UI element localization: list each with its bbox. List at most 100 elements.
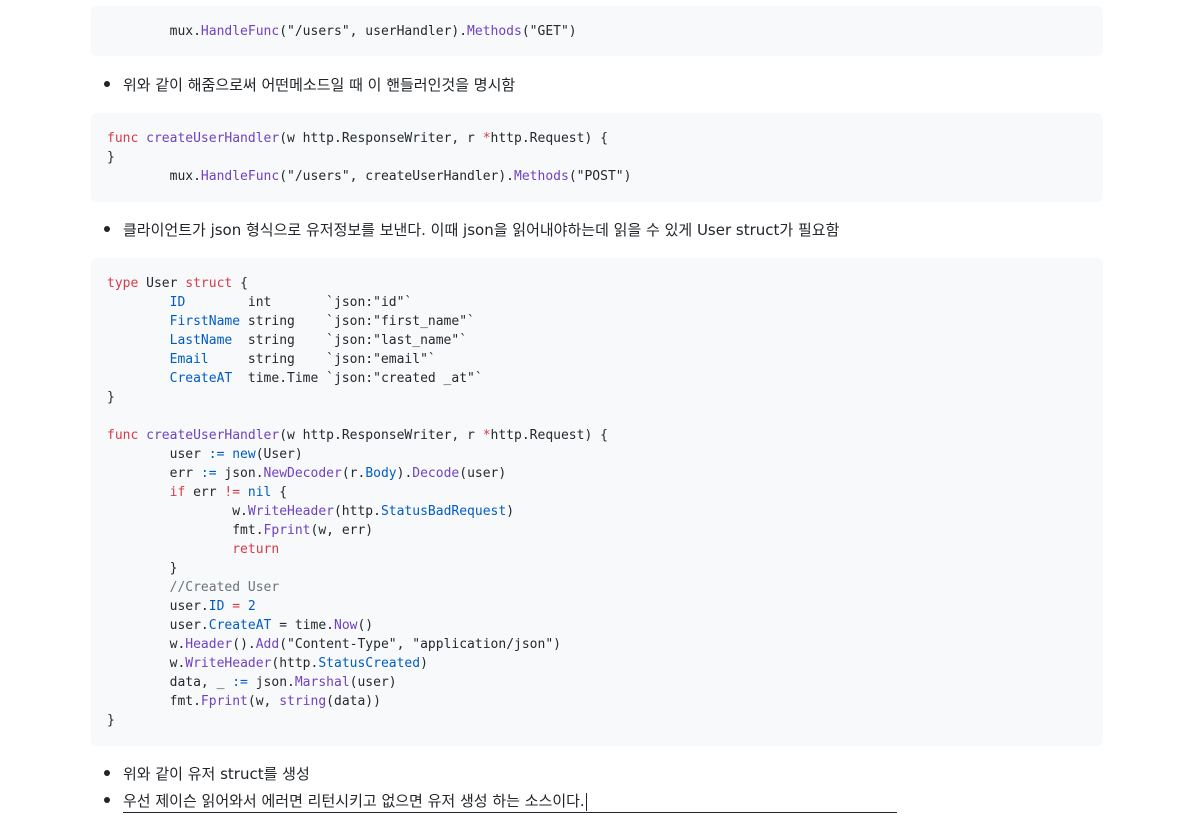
code-token: json. [224, 466, 264, 481]
list-item-text: 위와 같이 유저 struct를 생성 [123, 765, 310, 783]
code-token: Decode [412, 466, 460, 481]
code-line: if err != nil { [107, 483, 1087, 502]
code-token: Now [334, 618, 358, 633]
code-token: Marshal [294, 675, 350, 690]
code-token: { [240, 276, 248, 291]
code-token: WriteHeader [247, 504, 334, 519]
code-line: } [107, 559, 1087, 578]
code-token: HandleFunc [200, 169, 280, 184]
code-token: } [107, 150, 115, 165]
code-token: (user) [349, 675, 397, 690]
code-line: } [107, 148, 1087, 167]
code-token: createUserHandler [146, 428, 280, 443]
list-item: 위와 같이 해줌으로써 어떤메소드일 때 이 핸들러인것을 명시함 [104, 74, 515, 96]
code-token: WriteHeader [185, 656, 272, 671]
code-token: } [107, 561, 178, 576]
code-line: err := json.NewDecoder(r.Body).Decode(us… [107, 464, 1087, 483]
code-token: func [107, 131, 147, 146]
code-token: (User) [255, 447, 303, 462]
code-token: Body [365, 466, 397, 481]
code-token: w. [107, 504, 248, 519]
code-token: ("Content-Type", "application/json") [279, 637, 561, 652]
code-token: { [271, 485, 288, 500]
code-token: (user) [459, 466, 507, 481]
list-item-text[interactable]: 우선 제이슨 읽어와서 에러면 리턴시키고 없으면 유저 생성 하는 소스이다. [123, 792, 585, 810]
code-token: time.Time `json:"created _at"` [232, 371, 483, 386]
code-token: Methods [467, 24, 522, 39]
code-token: (r. [341, 466, 366, 481]
code-line: func createUserHandler(w http.ResponseWr… [107, 129, 1087, 148]
code-token: (w http.ResponseWriter, r [279, 428, 483, 443]
code-token: createUserHandler [146, 131, 280, 146]
code-line: data, _ := json.Marshal(user) [107, 673, 1087, 692]
code-token: mux. [107, 24, 201, 39]
code-token: mux. [107, 169, 201, 184]
bullet-icon [104, 769, 110, 776]
code-line: return [107, 540, 1087, 559]
code-token: () [357, 618, 374, 633]
code-token: ID [208, 599, 225, 614]
code-token: * [482, 131, 491, 146]
code-token: CreateAT [107, 371, 233, 386]
code-token: ("POST") [568, 169, 632, 184]
code-line: FirstName string `json:"first_name"` [107, 312, 1087, 331]
code-token: func [107, 428, 147, 443]
code-token: (w, [247, 694, 280, 709]
code-token: StatusCreated [318, 656, 421, 671]
code-token: (w http.ResponseWriter, r [279, 131, 483, 146]
code-token: user [107, 447, 209, 462]
code-token: StatusBadRequest [380, 504, 507, 519]
code-token: string `json:"first_name"` [240, 314, 475, 329]
code-token: } [107, 390, 115, 405]
code-token: string `json:"last_name"` [232, 333, 468, 348]
code-line: mux.HandleFunc("/users", userHandler).Me… [107, 22, 1087, 41]
list-item-text: 클라이언트가 json 형식으로 유저정보를 보낸다. 이때 json을 읽어내… [123, 221, 840, 239]
code-token: type [107, 276, 147, 291]
code-token: ("/users", createUserHandler). [279, 169, 515, 184]
code-token: ). [396, 466, 413, 481]
code-token: NewDecoder [263, 466, 342, 481]
code-token: new [232, 447, 256, 462]
code-token: := [200, 466, 225, 481]
code-token: (http. [333, 504, 381, 519]
code-token: http.Request) { [490, 131, 608, 146]
code-token: := [232, 675, 256, 690]
code-line: ID int `json:"id"` [107, 293, 1087, 312]
code-token: * [482, 428, 491, 443]
code-line: user := new(User) [107, 445, 1087, 464]
code-block-route-get: mux.HandleFunc("/users", userHandler).Me… [91, 6, 1103, 56]
code-line: } [107, 711, 1087, 730]
code-token: json. [255, 675, 295, 690]
code-token: //Created User [107, 580, 280, 595]
code-token: ) [420, 656, 428, 671]
code-line: fmt.Fprint(w, err) [107, 521, 1087, 540]
code-token: = [224, 599, 248, 614]
list-item: 클라이언트가 json 형식으로 유저정보를 보낸다. 이때 json을 읽어내… [104, 219, 839, 241]
code-token: http.Request) { [490, 428, 608, 443]
code-token: Add [255, 637, 280, 652]
code-token: user. [107, 618, 209, 633]
code-line: //Created User [107, 578, 1087, 597]
code-line: CreateAT time.Time `json:"created _at"` [107, 369, 1087, 388]
list-item-text: 위와 같이 해줌으로써 어떤메소드일 때 이 핸들러인것을 명시함 [123, 76, 516, 94]
code-token: fmt. [107, 523, 264, 538]
code-token: ID [107, 295, 186, 310]
code-token: w. [107, 656, 186, 671]
code-token: CreateAT [208, 618, 272, 633]
code-token: err [193, 485, 225, 500]
code-token: Methods [514, 169, 569, 184]
editable-text[interactable]: 우선 제이슨 읽어와서 에러면 리턴시키고 없으면 유저 생성 하는 소스이다. [123, 790, 897, 813]
code-block-create-handler: func createUserHandler(w http.ResponseWr… [91, 113, 1103, 202]
code-token: != [224, 485, 248, 500]
list-item-editing[interactable]: 우선 제이슨 읽어와서 에러면 리턴시키고 없으면 유저 생성 하는 소스이다. [104, 790, 897, 813]
code-token: (http. [271, 656, 319, 671]
code-line: mux.HandleFunc("/users", createUserHandl… [107, 167, 1087, 186]
code-token: HandleFunc [200, 24, 280, 39]
code-token: fmt. [107, 694, 201, 709]
code-line: user.CreateAT = time.Now() [107, 616, 1087, 635]
code-token: ("/users", userHandler). [279, 24, 468, 39]
code-token: } [107, 713, 115, 728]
code-line: fmt.Fprint(w, string(data)) [107, 692, 1087, 711]
code-line: user.ID = 2 [107, 597, 1087, 616]
